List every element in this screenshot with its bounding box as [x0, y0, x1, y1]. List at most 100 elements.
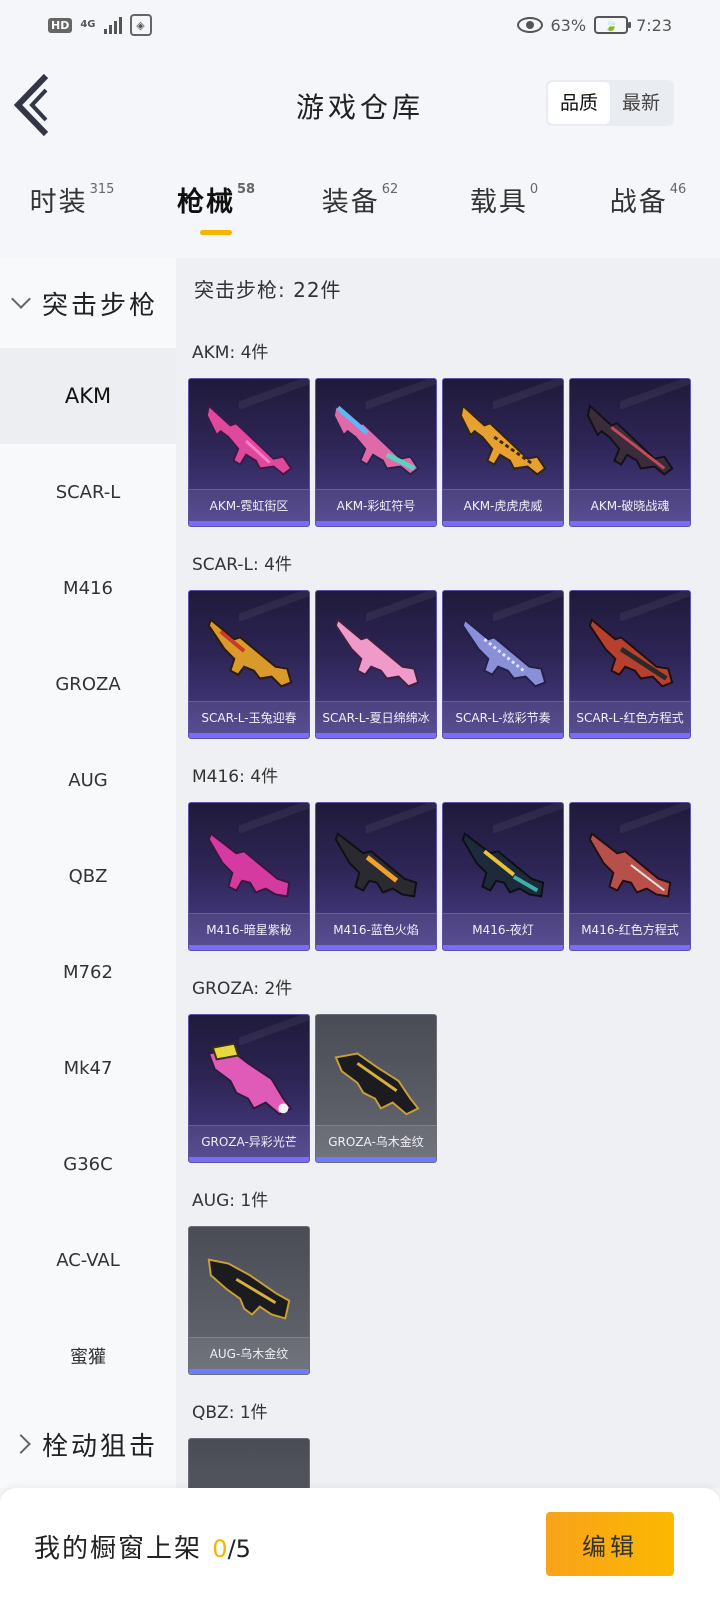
tab-equipment[interactable]: 装备 62	[288, 180, 432, 240]
rifle-icon	[207, 1258, 291, 1320]
sidebar-item-ac-val[interactable]: AC-VAL	[0, 1212, 176, 1308]
group-title-aug: AUG: 1件	[192, 1191, 269, 1211]
weapon-card[interactable]: SCAR-L-夏日绵绵冰	[315, 590, 437, 739]
sidebar-group-label: 突击步枪	[42, 290, 159, 321]
weapon-card[interactable]: SCAR-L-炫彩节奏	[442, 590, 564, 739]
status-right: 63% 🍃 7:23	[516, 15, 672, 35]
sidebar-group-bolt-action[interactable]: 栓动狙击	[0, 1404, 176, 1484]
weapon-card[interactable]: AKM-虎虎虎威	[442, 378, 564, 527]
sidebar-item-m762[interactable]: M762	[0, 924, 176, 1020]
sidebar-group-label: 栓动狙击	[42, 1431, 159, 1462]
weapon-card[interactable]: AKM-破晓战魂	[569, 378, 691, 527]
sidebar-item-qbz[interactable]: QBZ	[0, 828, 176, 924]
tab-label: 时装	[29, 187, 88, 218]
weapon-card[interactable]: SCAR-L-玉兔迎春	[188, 590, 310, 739]
tab-supplies[interactable]: 战备 46	[576, 180, 720, 240]
category-tabs: 时装 315 枪械 58 装备 62 载具 0 战备 46	[0, 180, 720, 240]
weapon-card-name: GROZA-乌木金纹	[316, 1125, 436, 1157]
weapon-card-name: AKM-虎虎虎威	[443, 489, 563, 521]
rifle-icon	[207, 618, 293, 688]
weapon-card-name: AKM-霓虹街区	[189, 489, 309, 521]
sidebar-item-m416[interactable]: M416	[0, 540, 176, 636]
battery-percent: 63%	[550, 15, 587, 35]
weapon-card[interactable]: M416-夜灯	[442, 802, 564, 951]
group-title-qbz: QBZ: 1件	[192, 1403, 268, 1423]
sidebar-item-akm[interactable]: AKM	[0, 348, 176, 444]
rifle-icon	[461, 832, 545, 898]
rifle-icon	[334, 618, 420, 688]
sort-newest-option[interactable]: 最新	[610, 82, 672, 124]
tab-label: 战备	[609, 187, 668, 218]
tab-label: 装备	[321, 187, 380, 218]
weapon-card-name: SCAR-L-红色方程式	[570, 701, 690, 733]
edit-button[interactable]: 编辑	[546, 1512, 674, 1576]
rifle-icon	[459, 403, 547, 476]
signal-icon	[103, 16, 122, 34]
weapon-card-name: M416-暗星紫秘	[189, 913, 309, 945]
tab-count: 315	[89, 182, 115, 197]
rifle-icon	[588, 618, 674, 688]
weapon-card[interactable]	[188, 1438, 310, 1488]
tab-count: 46	[669, 182, 687, 197]
rifle-icon	[332, 403, 420, 476]
sidebar-item-scar-l[interactable]: SCAR-L	[0, 444, 176, 540]
weapon-card-name: M416-蓝色火焰	[316, 913, 436, 945]
showcase-count: 0/5	[212, 1535, 251, 1563]
rifle-icon	[586, 403, 674, 476]
network-label: 4G	[80, 19, 96, 30]
tab-costumes[interactable]: 时装 315	[0, 180, 144, 240]
rifle-icon	[207, 832, 291, 898]
active-tab-indicator	[200, 230, 232, 235]
chevron-right-icon	[11, 1434, 31, 1454]
rifle-icon	[205, 403, 293, 476]
showcase-current: 0	[212, 1535, 228, 1563]
sidebar-group-assault-rifles[interactable]: 突击步枪	[0, 258, 176, 348]
tab-count: 58	[236, 182, 256, 197]
weapon-card[interactable]: M416-红色方程式	[569, 802, 691, 951]
weapon-card-name: M416-红色方程式	[570, 913, 690, 945]
app-notification-icon: ◈	[129, 14, 152, 36]
tab-vehicles[interactable]: 载具 0	[432, 180, 576, 240]
chevron-down-icon	[11, 289, 31, 309]
sidebar-item-g36c[interactable]: G36C	[0, 1116, 176, 1212]
weapon-card[interactable]: GROZA-乌木金纹	[315, 1014, 437, 1163]
weapon-card-name: SCAR-L-夏日绵绵冰	[316, 701, 436, 733]
group-title-groza: GROZA: 2件	[192, 979, 293, 999]
weapon-card[interactable]: SCAR-L-红色方程式	[569, 590, 691, 739]
rifle-icon	[334, 832, 418, 898]
weapon-card[interactable]: AKM-霓虹街区	[188, 378, 310, 527]
tab-count: 62	[381, 182, 399, 197]
group-title-scar-l: SCAR-L: 4件	[192, 555, 292, 575]
weapon-card-name: AUG-乌木金纹	[189, 1337, 309, 1369]
sidebar-item-aug[interactable]: AUG	[0, 732, 176, 828]
hd-badge: HD	[48, 17, 73, 33]
showcase-bar: 我的橱窗上架 0/5 编辑	[0, 1488, 720, 1600]
rifle-icon	[334, 1052, 420, 1116]
weapon-card[interactable]: AUG-乌木金纹	[188, 1226, 310, 1375]
sidebar-item-mk47[interactable]: Mk47	[0, 1020, 176, 1116]
tab-count: 0	[529, 182, 539, 197]
weapon-type-sidebar: 突击步枪 AKM SCAR-L M416 GROZA AUG QBZ M762 …	[0, 258, 176, 1488]
battery-icon: 🍃	[594, 16, 632, 34]
showcase-total: /5	[227, 1535, 251, 1563]
showcase-label: 我的橱窗上架 0/5	[34, 1528, 251, 1565]
weapon-card[interactable]: M416-暗星紫秘	[188, 802, 310, 951]
rifle-icon	[588, 832, 672, 898]
content-title: 突击步枪: 22件	[194, 278, 342, 302]
weapon-card[interactable]: M416-蓝色火焰	[315, 802, 437, 951]
sidebar-item-honey-badger[interactable]: 蜜獾	[0, 1308, 176, 1404]
tab-label: 载具	[469, 187, 528, 218]
sort-quality-option[interactable]: 品质	[547, 82, 610, 124]
tab-guns[interactable]: 枪械 58	[144, 180, 288, 240]
weapon-card[interactable]: GROZA-异彩光芒	[188, 1014, 310, 1163]
weapon-card[interactable]: AKM-彩虹符号	[315, 378, 437, 527]
tab-label: 枪械	[176, 187, 235, 218]
group-title-m416: M416: 4件	[192, 767, 279, 787]
status-bar: HD 4G ◈ 63% 🍃 7:23	[0, 0, 720, 50]
sidebar-item-groza[interactable]: GROZA	[0, 636, 176, 732]
sort-toggle: 品质 最新	[545, 80, 674, 126]
group-title-akm: AKM: 4件	[192, 343, 269, 363]
warehouse-screen: HD 4G ◈ 63% 🍃 7:23 游戏仓库 品质 最新 时装 315 枪械 …	[0, 0, 720, 1600]
weapon-card-name: AKM-彩虹符号	[316, 489, 436, 521]
status-left: HD 4G ◈	[48, 14, 152, 36]
